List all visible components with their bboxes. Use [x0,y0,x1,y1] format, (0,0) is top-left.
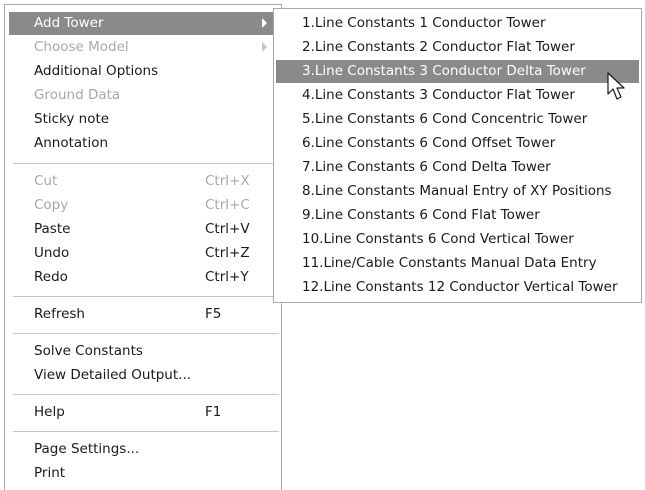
menu-item-label: Ground Data [34,87,121,103]
menu-item-shortcut: Ctrl+Z [205,245,250,261]
add-tower-submenu: 1.Line Constants 1 Conductor Tower 2.Lin… [273,8,642,303]
menu-item-view-detailed-output[interactable]: View Detailed Output... [9,364,279,387]
menu-item-ground-data[interactable]: Ground Data [9,84,279,107]
chevron-right-icon [262,42,267,52]
submenu-item-label: 9.Line Constants 6 Cond Flat Tower [302,207,540,223]
submenu-item-6-cond-delta-tower[interactable]: 7.Line Constants 6 Cond Delta Tower [276,156,639,179]
menu-item-label: Copy [34,197,69,213]
submenu-item-cable-manual-data-entry[interactable]: 11.Line/Cable Constants Manual Data Entr… [276,252,639,275]
menu-item-refresh[interactable]: Refresh F5 [9,303,279,326]
submenu-item-label: 12.Line Constants 12 Conductor Vertical … [302,279,618,295]
menu-item-additional-options[interactable]: Additional Options [9,60,279,83]
menu-item-label: Refresh [34,306,85,322]
chevron-right-icon [262,18,267,28]
menu-item-label: Annotation [34,135,109,151]
menu-item-label: Add Tower [34,15,104,31]
submenu-item-label: 10.Line Constants 6 Cond Vertical Tower [302,231,574,247]
menu-item-label: Print [34,465,66,481]
submenu-item-3-conductor-flat-tower[interactable]: 4.Line Constants 3 Conductor Flat Tower [276,84,639,107]
submenu-item-6-cond-flat-tower[interactable]: 9.Line Constants 6 Cond Flat Tower [276,204,639,227]
menu-item-solve-constants[interactable]: Solve Constants [9,340,279,363]
menu-item-label: Cut [34,173,58,189]
menu-item-add-tower[interactable]: Add Tower [9,12,279,35]
menu-item-sticky-note[interactable]: Sticky note [9,108,279,131]
submenu-item-6-cond-vertical-tower[interactable]: 10.Line Constants 6 Cond Vertical Tower [276,228,639,251]
menu-separator [13,431,279,432]
menu-item-label: Redo [34,269,68,285]
menu-item-print[interactable]: Print [9,462,279,485]
menu-item-copy[interactable]: Copy Ctrl+C [9,194,279,217]
submenu-item-6-cond-offset-tower[interactable]: 6.Line Constants 6 Cond Offset Tower [276,132,639,155]
menu-item-label: Choose Model [34,39,129,55]
submenu-item-1-conductor-tower[interactable]: 1.Line Constants 1 Conductor Tower [276,12,639,35]
submenu-item-12-conductor-vertical-tower[interactable]: 12.Line Constants 12 Conductor Vertical … [276,276,639,299]
submenu-item-label: 11.Line/Cable Constants Manual Data Entr… [302,255,597,271]
submenu-item-label: 5.Line Constants 6 Cond Concentric Tower [302,111,588,127]
menu-item-redo[interactable]: Redo Ctrl+Y [9,266,279,289]
menu-item-shortcut: Ctrl+V [205,221,250,237]
menu-item-shortcut: Ctrl+X [205,173,250,189]
menu-item-help[interactable]: Help F1 [9,401,279,424]
menu-separator [13,333,279,334]
menu-item-undo[interactable]: Undo Ctrl+Z [9,242,279,265]
submenu-item-label: 6.Line Constants 6 Cond Offset Tower [302,135,556,151]
submenu-item-label: 4.Line Constants 3 Conductor Flat Tower [302,87,575,103]
submenu-item-6-cond-concentric-tower[interactable]: 5.Line Constants 6 Cond Concentric Tower [276,108,639,131]
menu-item-cut[interactable]: Cut Ctrl+X [9,170,279,193]
menu-item-label: Additional Options [34,63,159,79]
menu-separator [13,163,279,164]
menu-item-choose-model[interactable]: Choose Model [9,36,279,59]
menu-item-page-settings[interactable]: Page Settings... [9,438,279,461]
context-menu: Add Tower Choose Model Additional Option… [4,4,282,490]
menu-item-shortcut: Ctrl+Y [205,269,249,285]
menu-item-label: Page Settings... [34,441,140,457]
menu-item-label: Help [34,404,65,420]
menu-separator [13,296,279,297]
submenu-item-label: 7.Line Constants 6 Cond Delta Tower [302,159,551,175]
menu-item-label: Solve Constants [34,343,143,359]
menu-item-shortcut: Ctrl+C [205,197,250,213]
submenu-item-label: 8.Line Constants Manual Entry of XY Posi… [302,183,612,199]
menu-item-label: Sticky note [34,111,110,127]
menu-item-label: View Detailed Output... [34,367,192,383]
submenu-item-label: 2.Line Constants 2 Conductor Flat Tower [302,39,575,55]
submenu-item-2-conductor-flat-tower[interactable]: 2.Line Constants 2 Conductor Flat Tower [276,36,639,59]
menu-item-paste[interactable]: Paste Ctrl+V [9,218,279,241]
menu-item-label: Paste [34,221,71,237]
menu-item-annotation[interactable]: Annotation [9,132,279,155]
menu-separator [13,394,279,395]
menu-item-label: Undo [34,245,70,261]
menu-item-shortcut: F5 [205,306,222,322]
menu-item-shortcut: F1 [205,404,222,420]
submenu-item-label: 1.Line Constants 1 Conductor Tower [302,15,546,31]
submenu-item-label: 3.Line Constants 3 Conductor Delta Tower [302,63,586,79]
submenu-item-manual-xy-positions[interactable]: 8.Line Constants Manual Entry of XY Posi… [276,180,639,203]
submenu-item-3-conductor-delta-tower[interactable]: 3.Line Constants 3 Conductor Delta Tower [276,60,639,83]
mouse-cursor-icon [607,72,625,100]
